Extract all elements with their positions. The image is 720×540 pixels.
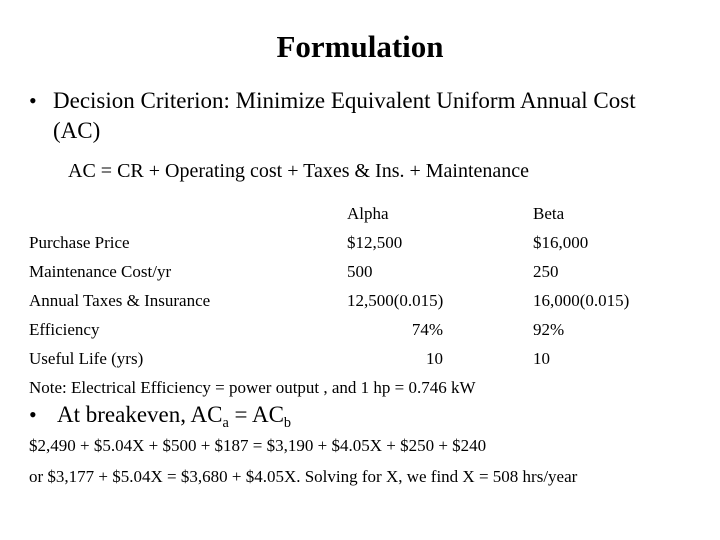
row-value-alpha-useful-life: 10 [426, 349, 443, 368]
row-label-efficiency: Efficiency [29, 320, 100, 339]
row-value-beta-useful-life: 10 [533, 349, 550, 368]
bullet-marker-icon: • [29, 402, 37, 427]
breakeven-subscript-b: b [283, 414, 292, 431]
row-label-annual-taxes-insurance: Annual Taxes & Insurance [29, 291, 211, 310]
bullet-item-decision-criterion: • Decision Criterion: Minimize Equivalen… [29, 86, 669, 146]
bullet-text-breakeven: At breakeven, ACa = ACb [57, 400, 669, 433]
equation-ac-definition: AC = CR + Operating cost + Taxes & Ins. … [68, 160, 530, 182]
bullet-item-breakeven: • At breakeven, ACa = ACb [29, 400, 669, 433]
row-value-alpha-efficiency: 74% [411, 320, 443, 339]
row-value-alpha-annual-taxes-insurance: 12,500(0.015) [347, 291, 444, 310]
breakeven-prefix: At breakeven, AC [57, 402, 223, 427]
equation-breakeven-expanded: $2,490 + $5.04X + $500 + $187 = $3,190 +… [29, 436, 487, 455]
table-row: Maintenance Cost/yr 500 250 [29, 257, 689, 286]
table-row: Useful Life (yrs) 10 10 [29, 344, 689, 373]
table-header-alpha: Alpha [347, 204, 389, 223]
row-label-useful-life: Useful Life (yrs) [29, 349, 144, 368]
row-value-beta-maintenance-cost: 250 [533, 262, 559, 281]
page-title: Formulation [276, 29, 444, 64]
equation-breakeven-solved: or $3,177 + $5.04X = $3,680 + $4.05X. So… [29, 467, 578, 486]
slide-canvas: Formulation • Decision Criterion: Minimi… [0, 0, 720, 540]
table-header-beta: Beta [533, 204, 565, 223]
bullet-text-decision-criterion: Decision Criterion: Minimize Equivalent … [53, 88, 636, 143]
row-value-alpha-purchase-price: $12,500 [347, 233, 403, 252]
row-label-purchase-price: Purchase Price [29, 233, 130, 252]
row-value-beta-annual-taxes-insurance: 16,000(0.015) [533, 291, 630, 310]
table-header-row: Alpha Beta [29, 199, 689, 228]
row-label-maintenance-cost: Maintenance Cost/yr [29, 262, 172, 281]
table-row: Efficiency 74% 92% [29, 315, 689, 344]
breakeven-middle: = AC [228, 402, 284, 427]
breakeven-subscript-a: a [222, 414, 229, 431]
row-value-alpha-maintenance-cost: 500 [347, 262, 373, 281]
row-value-beta-efficiency: 92% [533, 320, 565, 339]
bullet-marker-icon: • [29, 88, 37, 113]
table-row: Annual Taxes & Insurance 12,500(0.015) 1… [29, 286, 689, 315]
comparison-table: Alpha Beta Purchase Price $12,500 $16,00… [29, 199, 689, 373]
note-electrical-efficiency: Note: Electrical Efficiency = power outp… [29, 378, 476, 397]
row-value-beta-purchase-price: $16,000 [533, 233, 589, 252]
table-row: Purchase Price $12,500 $16,000 [29, 228, 689, 257]
